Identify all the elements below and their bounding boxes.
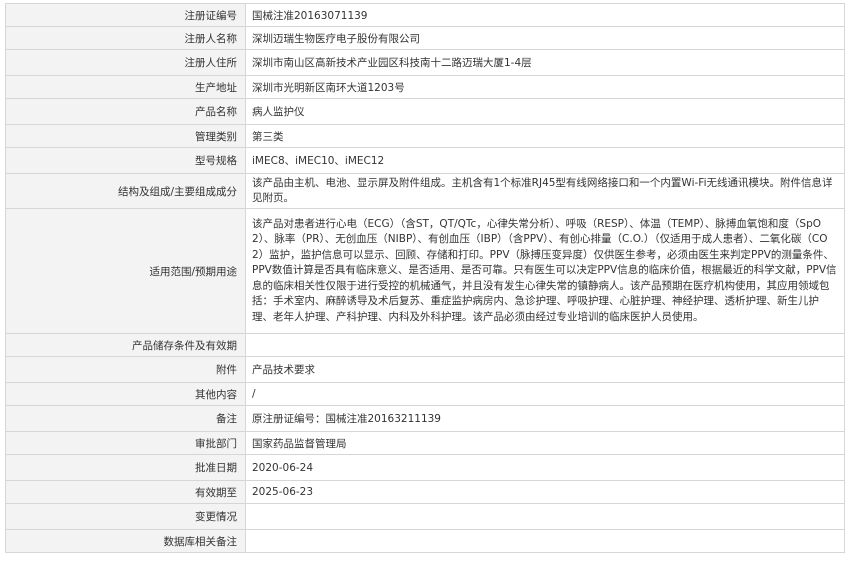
row-value: 产品技术要求 bbox=[245, 356, 845, 383]
row-change-history: 变更情况 bbox=[5, 503, 845, 530]
row-structure-composition: 结构及组成/主要组成成分 该产品由主机、电池、显示屏及附件组成。主机含有1个标准… bbox=[5, 173, 845, 209]
row-intended-use: 适用范围/预期用途 该产品对患者进行心电（ECG）（含ST，QT/QTc，心律失… bbox=[5, 208, 845, 334]
row-label: 注册人名称 bbox=[5, 26, 246, 50]
row-value-text: 该产品由主机、电池、显示屏及附件组成。主机含有1个标准RJ45型有线网络接口和一… bbox=[252, 177, 833, 204]
registration-info-table: 注册证编号 国械注准20163071139 注册人名称 深圳迈瑞生物医疗电子股份… bbox=[5, 3, 845, 553]
row-label: 批准日期 bbox=[5, 454, 246, 481]
row-management-category: 管理类别 第三类 bbox=[5, 124, 845, 148]
row-label: 注册人住所 bbox=[5, 49, 246, 76]
row-label: 审批部门 bbox=[5, 431, 246, 455]
row-label: 有效期至 bbox=[5, 480, 246, 504]
row-value: 国械注准20163071139 bbox=[245, 3, 845, 27]
row-attachment: 附件 产品技术要求 bbox=[5, 356, 845, 383]
row-other-content: 其他内容 / bbox=[5, 382, 845, 406]
row-valid-until: 有效期至 2025-06-23 bbox=[5, 480, 845, 504]
row-value: / bbox=[245, 382, 845, 406]
registration-info-panel: 注册证编号 国械注准20163071139 注册人名称 深圳迈瑞生物医疗电子股份… bbox=[5, 3, 845, 553]
row-database-remarks: 数据库相关备注 bbox=[5, 529, 845, 553]
row-label: 备注 bbox=[5, 405, 246, 432]
row-value: 2020-06-24 bbox=[245, 454, 845, 481]
row-value-text: 该产品对患者进行心电（ECG）（含ST，QT/QTc，心律失常分析）、呼吸（RE… bbox=[252, 218, 837, 323]
row-registrant-address: 注册人住所 深圳市南山区高新技术产业园区科技南十二路迈瑞大厦1-4层 bbox=[5, 49, 845, 76]
row-product-name: 产品名称 病人监护仪 bbox=[5, 98, 845, 125]
row-approval-department: 审批部门 国家药品监督管理局 bbox=[5, 431, 845, 455]
row-label: 管理类别 bbox=[5, 124, 246, 148]
row-label: 产品名称 bbox=[5, 98, 246, 125]
row-value: 原注册证编号：国械注准20163211139 bbox=[245, 405, 845, 432]
row-value: 深圳市南山区高新技术产业园区科技南十二路迈瑞大厦1-4层 bbox=[245, 49, 845, 76]
row-registration-number: 注册证编号 国械注准20163071139 bbox=[5, 3, 845, 27]
row-label: 生产地址 bbox=[5, 75, 246, 99]
row-storage-validity: 产品储存条件及有效期 bbox=[5, 333, 845, 357]
row-label: 结构及组成/主要组成成分 bbox=[5, 173, 246, 209]
row-value: 深圳市光明新区南环大道1203号 bbox=[245, 75, 845, 99]
row-label: 其他内容 bbox=[5, 382, 246, 406]
row-value: 国家药品监督管理局 bbox=[245, 431, 845, 455]
row-remarks: 备注 原注册证编号：国械注准20163211139 bbox=[5, 405, 845, 432]
row-label: 数据库相关备注 bbox=[5, 529, 246, 553]
row-label: 产品储存条件及有效期 bbox=[5, 333, 246, 357]
row-approval-date: 批准日期 2020-06-24 bbox=[5, 454, 845, 481]
row-label: 附件 bbox=[5, 356, 246, 383]
row-value: 深圳迈瑞生物医疗电子股份有限公司 bbox=[245, 26, 845, 50]
row-value: 2025-06-23 bbox=[245, 480, 845, 504]
row-production-address: 生产地址 深圳市光明新区南环大道1203号 bbox=[5, 75, 845, 99]
row-label: 适用范围/预期用途 bbox=[5, 208, 246, 334]
row-value: iMEC8、iMEC10、iMEC12 bbox=[245, 147, 845, 174]
row-value bbox=[245, 503, 845, 530]
row-label: 注册证编号 bbox=[5, 3, 246, 27]
row-model-spec: 型号规格 iMEC8、iMEC10、iMEC12 bbox=[5, 147, 845, 174]
row-value: 该产品由主机、电池、显示屏及附件组成。主机含有1个标准RJ45型有线网络接口和一… bbox=[245, 173, 845, 209]
row-value: 该产品对患者进行心电（ECG）（含ST，QT/QTc，心律失常分析）、呼吸（RE… bbox=[245, 208, 845, 334]
row-value: 第三类 bbox=[245, 124, 845, 148]
row-label: 型号规格 bbox=[5, 147, 246, 174]
row-label: 变更情况 bbox=[5, 503, 246, 530]
row-value bbox=[245, 529, 845, 553]
row-value bbox=[245, 333, 845, 357]
row-registrant-name: 注册人名称 深圳迈瑞生物医疗电子股份有限公司 bbox=[5, 26, 845, 50]
row-value: 病人监护仪 bbox=[245, 98, 845, 125]
